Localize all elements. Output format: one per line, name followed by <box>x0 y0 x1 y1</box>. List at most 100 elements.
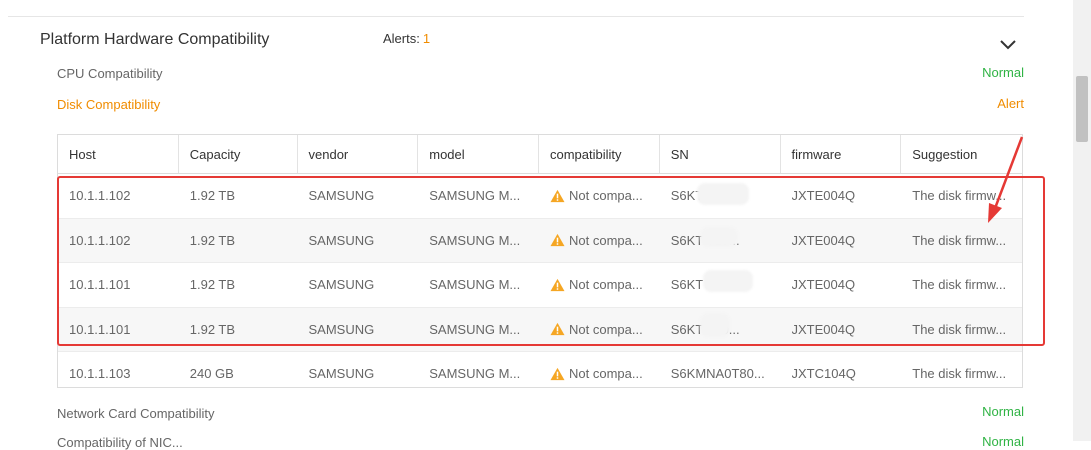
vertical-scrollbar[interactable] <box>1073 0 1091 441</box>
cell-text: JXTE004Q <box>791 232 856 248</box>
redaction-smudge <box>700 227 738 247</box>
cell-model: SAMSUNG M... <box>418 219 539 263</box>
warning-triangle-icon <box>550 234 565 247</box>
check-label-cpu: CPU Compatibility <box>57 66 163 81</box>
column-header-model: model <box>418 135 539 173</box>
section-title: Platform Hardware Compatibility <box>40 31 270 48</box>
cell-model: SAMSUNG M... <box>418 352 539 387</box>
cell-text: 10.1.1.101 <box>69 321 131 337</box>
cell-compatibility: Not compa... <box>539 308 660 352</box>
cell-text: 10.1.1.102 <box>69 188 131 204</box>
cell-text: S6KMNA0T80... <box>670 366 765 382</box>
redaction-smudge <box>703 270 753 292</box>
status-cpu: Normal <box>982 65 1024 80</box>
warning-triangle-icon <box>550 367 565 380</box>
warning-triangle-icon <box>550 278 565 291</box>
cell-vendor: SAMSUNG <box>298 263 419 307</box>
cell-vendor: SAMSUNG <box>298 308 419 352</box>
table-row[interactable]: 10.1.1.102 1.92 TB SAMSUNG SAMSUNG M... Not … <box>58 174 1022 219</box>
cell-compatibility: Not compa... <box>539 219 660 263</box>
cell-text: SAMSUNG M... <box>429 321 521 337</box>
cell-text: The disk firmw... <box>912 188 1007 204</box>
column-header-suggestion: Suggestion <box>912 146 978 162</box>
cell-text: 10.1.1.101 <box>69 277 131 293</box>
column-header-vendor: vendor <box>298 135 419 173</box>
cell-capacity: 1.92 TB <box>179 263 298 307</box>
table-row[interactable]: 10.1.1.102 1.92 TB SAMSUNG SAMSUNG M... Not … <box>58 218 1022 263</box>
cell-text: 1.92 TB <box>189 277 236 293</box>
scrollbar-thumb[interactable] <box>1076 76 1088 142</box>
column-header-capacity: Capacity <box>179 135 298 173</box>
column-header-firmware: firmware <box>781 135 902 173</box>
cell-text: 10.1.1.103 <box>69 366 131 382</box>
cell-firmware: JXTC104Q <box>781 352 902 387</box>
check-label-network-card: Network Card Compatibility <box>57 406 215 421</box>
alerts-label: Alerts: <box>383 31 420 46</box>
cell-text: Not compa... <box>569 188 643 204</box>
column-header-host: Host <box>58 135 179 173</box>
cell-vendor: SAMSUNG <box>298 174 419 218</box>
cell-text: The disk firmw... <box>912 277 1007 293</box>
cell-text: SAMSUNG <box>308 366 375 382</box>
status-nic: Normal <box>982 434 1024 449</box>
alerts-count: 1 <box>422 31 431 46</box>
cell-suggestion: The disk firmw... <box>901 308 1022 352</box>
chevron-down-icon[interactable] <box>996 33 1020 57</box>
cell-text: 240 GB <box>189 366 234 382</box>
cell-firmware: JXTE004Q <box>781 308 902 352</box>
status-disk: Alert <box>997 96 1024 111</box>
cell-text: 10.1.1.102 <box>69 232 131 248</box>
cell-firmware: JXTE004Q <box>781 219 902 263</box>
cell-vendor: SAMSUNG <box>298 352 419 387</box>
cell-capacity: 1.92 TB <box>179 219 298 263</box>
cell-text: SAMSUNG M... <box>429 366 521 382</box>
cell-suggestion: The disk firmw... <box>901 352 1022 387</box>
cell-compatibility: Not compa... <box>539 263 660 307</box>
cell-text: JXTE004Q <box>791 277 856 293</box>
cell-text: SAMSUNG M... <box>429 277 521 293</box>
cell-text: SAMSUNG <box>308 277 375 293</box>
table-header: Host Capacity vendor model compatibility… <box>58 135 1022 174</box>
cell-model: SAMSUNG M... <box>418 263 539 307</box>
disk-compatibility-table: Host Capacity vendor model compatibility… <box>57 134 1023 388</box>
table-row[interactable]: 10.1.1.101 1.92 TB SAMSUNG SAMSUNG M... Not … <box>58 307 1022 352</box>
cell-model: SAMSUNG M... <box>418 308 539 352</box>
cell-text: JXTE004Q <box>791 321 856 337</box>
cell-text: Not compa... <box>569 277 643 293</box>
cell-firmware: JXTE004Q <box>781 174 902 218</box>
cell-host: 10.1.1.101 <box>58 308 179 352</box>
cell-host: 10.1.1.102 <box>58 219 179 263</box>
cell-text: JXTC104Q <box>791 366 856 382</box>
cell-compatibility: Not compa... <box>539 352 660 387</box>
check-label-disk[interactable]: Disk Compatibility <box>57 97 160 112</box>
cell-suggestion: The disk firmw... <box>901 174 1022 218</box>
cell-suggestion: The disk firmw... <box>901 219 1022 263</box>
column-header-sn: SN <box>660 135 781 173</box>
column-header-compatibility: compatibility <box>539 135 660 173</box>
cell-host: 10.1.1.103 <box>58 352 179 387</box>
section-divider <box>8 16 1024 17</box>
cell-text: 1.92 TB <box>189 321 236 337</box>
cell-text: The disk firmw... <box>912 321 1007 337</box>
warning-triangle-icon <box>550 323 565 336</box>
cell-text: SAMSUNG <box>308 232 375 248</box>
cell-capacity: 240 GB <box>179 352 298 387</box>
check-label-nic: Compatibility of NIC... <box>57 435 183 450</box>
cell-compatibility: Not compa... <box>539 174 660 218</box>
cell-firmware: JXTE004Q <box>781 263 902 307</box>
cell-suggestion: The disk firmw... <box>901 263 1022 307</box>
cell-text: SAMSUNG M... <box>429 232 521 248</box>
redaction-smudge <box>697 183 749 205</box>
table-row[interactable]: 10.1.1.101 1.92 TB SAMSUNG SAMSUNG M... Not … <box>58 263 1022 308</box>
status-network-card: Normal <box>982 404 1024 419</box>
cell-text: Not compa... <box>569 321 643 337</box>
cell-text: 1.92 TB <box>189 232 236 248</box>
cell-text: The disk firmw... <box>912 232 1007 248</box>
alerts-summary: Alerts: 1 <box>383 31 430 46</box>
cell-host: 10.1.1.101 <box>58 263 179 307</box>
cell-text: SAMSUNG <box>308 188 375 204</box>
cell-text: JXTE004Q <box>791 188 856 204</box>
cell-vendor: SAMSUNG <box>298 219 419 263</box>
cell-host: 10.1.1.102 <box>58 174 179 218</box>
table-row[interactable]: 10.1.1.103 240 GB SAMSUNG SAMSUNG M... Not c… <box>58 352 1022 387</box>
